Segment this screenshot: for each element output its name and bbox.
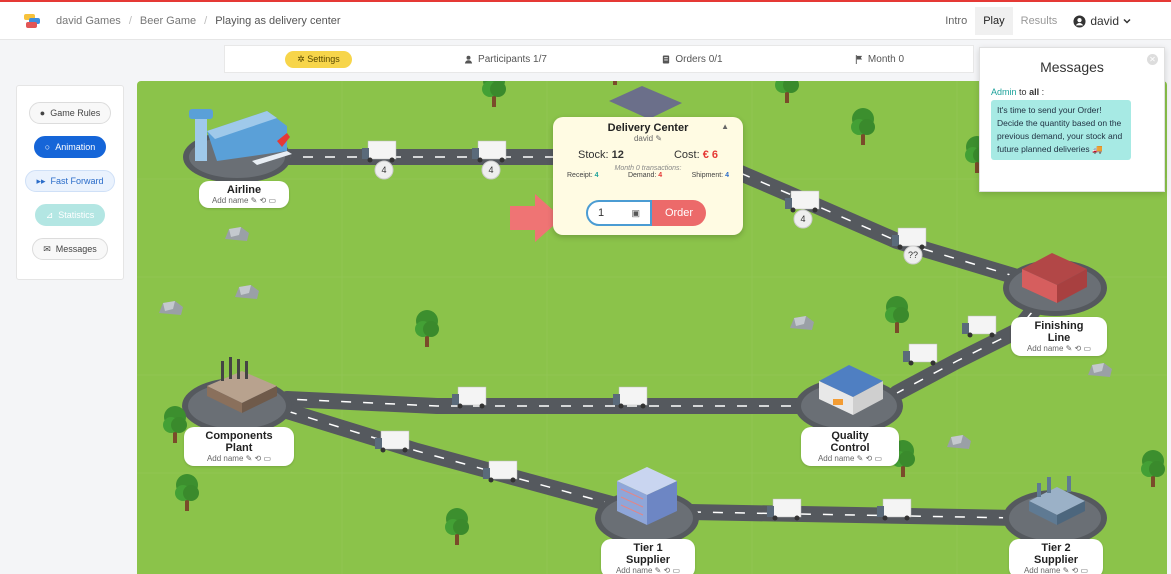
node-quality-control[interactable]: Quality Control Add name ✎ ⟲ ▭ bbox=[801, 427, 899, 466]
node-name: Quality Control bbox=[830, 430, 870, 454]
truck-count-a: 4 bbox=[381, 165, 386, 175]
status-orders: Orders 0/1 bbox=[599, 54, 786, 65]
envelope-icon: ✉ bbox=[43, 243, 51, 254]
node-subtitle[interactable]: Add name ✎ ⟲ ▭ bbox=[1023, 344, 1095, 353]
statistics-label: Statistics bbox=[58, 210, 95, 220]
order-button[interactable]: Order bbox=[652, 200, 706, 226]
game-rules-button[interactable]: ● Game Rules bbox=[28, 102, 112, 124]
status-participants: Participants 1/7 bbox=[412, 54, 599, 65]
truck-count-d: ?? bbox=[908, 250, 918, 260]
gear-icon: ✲ bbox=[297, 53, 305, 64]
message-header: Admin to all : bbox=[991, 87, 1045, 97]
dc-stock-cost: Stock: 12 Cost: € 6 bbox=[561, 149, 735, 161]
person-icon bbox=[464, 55, 473, 64]
chevron-down-icon bbox=[1123, 18, 1131, 24]
truck-count-c: 4 bbox=[800, 214, 805, 224]
animation-label: Animation bbox=[55, 142, 96, 152]
status-month: Month 0 bbox=[786, 54, 973, 65]
node-tier2-supplier[interactable]: Tier 2 Supplier Add name ✎ ⟲ ▭ bbox=[1009, 539, 1103, 574]
delivery-center-card: Delivery Center ▲ david ✎ Stock: 12 Cost… bbox=[553, 117, 743, 235]
dc-demand: Demand: 4 bbox=[627, 172, 663, 179]
person-icon: ▲ bbox=[721, 122, 729, 131]
airline-building bbox=[189, 109, 292, 165]
node-name: Finishing Line bbox=[1034, 320, 1084, 344]
nav-intro[interactable]: Intro bbox=[937, 7, 975, 35]
node-name: Components Plant bbox=[205, 430, 273, 454]
delivery-center-building bbox=[609, 86, 682, 119]
messages-button[interactable]: ✉ Messages bbox=[32, 238, 108, 260]
user-name: david bbox=[1090, 14, 1119, 28]
dc-title: Delivery Center bbox=[607, 122, 689, 134]
node-name: Tier 2 Supplier bbox=[1033, 542, 1078, 566]
dc-transactions-label: Month 0 transactions: bbox=[614, 165, 682, 172]
messages-label: Messages bbox=[55, 244, 97, 254]
dc-transactions: Receipt: 4 Demand: 4 Shipment: 4 bbox=[561, 172, 735, 179]
breadcrumb-games[interactable]: david Games bbox=[56, 15, 121, 27]
node-subtitle[interactable]: Add name ✎ ⟲ ▭ bbox=[813, 454, 887, 463]
node-airline[interactable]: Airline Add name ✎ ⟲ ▭ bbox=[199, 181, 289, 208]
user-menu[interactable]: david bbox=[1073, 14, 1131, 28]
dc-owner[interactable]: david ✎ bbox=[561, 134, 735, 143]
game-status-bar: ✲ Settings Participants 1/7 Orders 0/1 M… bbox=[224, 45, 974, 73]
fast-forward-label: Fast Forward bbox=[50, 176, 104, 186]
stepper-icon[interactable]: ▣ bbox=[631, 202, 640, 224]
truck-count-b: 4 bbox=[488, 165, 493, 175]
orders-count: Orders 0/1 bbox=[675, 53, 723, 65]
node-tier1-supplier[interactable]: Tier 1 Supplier Add name ✎ ⟲ ▭ bbox=[601, 539, 695, 574]
dc-receipt: Receipt: 4 bbox=[567, 172, 599, 179]
fast-forward-icon: ▸▸ bbox=[36, 175, 46, 186]
node-components-plant[interactable]: Components Plant Add name ✎ ⟲ ▭ bbox=[184, 427, 294, 466]
statistics-button[interactable]: ⊿ Statistics bbox=[34, 204, 106, 226]
breadcrumb-separator: / bbox=[204, 14, 208, 27]
nav-results[interactable]: Results bbox=[1013, 7, 1066, 35]
node-subtitle[interactable]: Add name ✎ ⟲ ▭ bbox=[211, 196, 277, 205]
order-quantity-input[interactable]: 1 ▣ bbox=[586, 200, 652, 226]
node-subtitle[interactable]: Add name ✎ ⟲ ▭ bbox=[196, 454, 282, 463]
message-body: It's time to send your Order! Decide the… bbox=[991, 100, 1131, 160]
animation-button[interactable]: ○ Animation bbox=[33, 136, 107, 158]
fast-forward-button[interactable]: ▸▸ Fast Forward bbox=[25, 170, 115, 192]
breadcrumb-separator: / bbox=[128, 14, 132, 27]
month-label: Month 0 bbox=[867, 53, 905, 65]
dc-stock: Stock: 12 bbox=[578, 149, 624, 161]
question-icon: ● bbox=[39, 108, 46, 118]
top-nav: Intro Play Results david bbox=[937, 2, 1131, 40]
status-settings: ✲ Settings bbox=[225, 50, 412, 68]
node-finishing-line[interactable]: Finishing Line Add name ✎ ⟲ ▭ bbox=[1011, 317, 1107, 356]
breadcrumb-current: Playing as delivery center bbox=[215, 14, 341, 27]
app-logo[interactable] bbox=[24, 13, 42, 28]
flag-icon bbox=[855, 54, 863, 64]
top-bar: david Games / Beer Game / Playing as del… bbox=[0, 0, 1171, 40]
play-circle-icon: ○ bbox=[44, 142, 51, 152]
settings-button[interactable]: ✲ Settings bbox=[285, 50, 352, 68]
user-circle-icon bbox=[1073, 14, 1086, 28]
node-name: Airline bbox=[226, 184, 262, 196]
node-name: Tier 1 Supplier bbox=[625, 542, 670, 566]
game-rules-label: Game Rules bbox=[50, 108, 101, 118]
nav-play[interactable]: Play bbox=[975, 7, 1013, 35]
close-icon[interactable]: ✕ bbox=[1147, 54, 1158, 65]
breadcrumb: david Games / Beer Game / Playing as del… bbox=[56, 15, 341, 27]
messages-panel: ✕ Messages Admin to all : It's time to s… bbox=[979, 47, 1165, 192]
participants-count: Participants 1/7 bbox=[478, 53, 547, 65]
node-subtitle[interactable]: Add name ✎ ⟲ ▭ bbox=[613, 566, 683, 574]
dc-cost: Cost: € 6 bbox=[673, 149, 718, 161]
control-sidebar: ● Game Rules ○ Animation ▸▸ Fast Forward… bbox=[16, 85, 124, 280]
chart-icon: ⊿ bbox=[45, 209, 54, 220]
breadcrumb-game[interactable]: Beer Game bbox=[140, 15, 196, 27]
receipt-icon bbox=[663, 54, 670, 64]
settings-label: Settings bbox=[307, 53, 340, 64]
node-subtitle[interactable]: Add name ✎ ⟲ ▭ bbox=[1021, 566, 1091, 574]
dc-shipment: Shipment: 4 bbox=[691, 172, 729, 179]
messages-title: Messages bbox=[1040, 59, 1104, 75]
